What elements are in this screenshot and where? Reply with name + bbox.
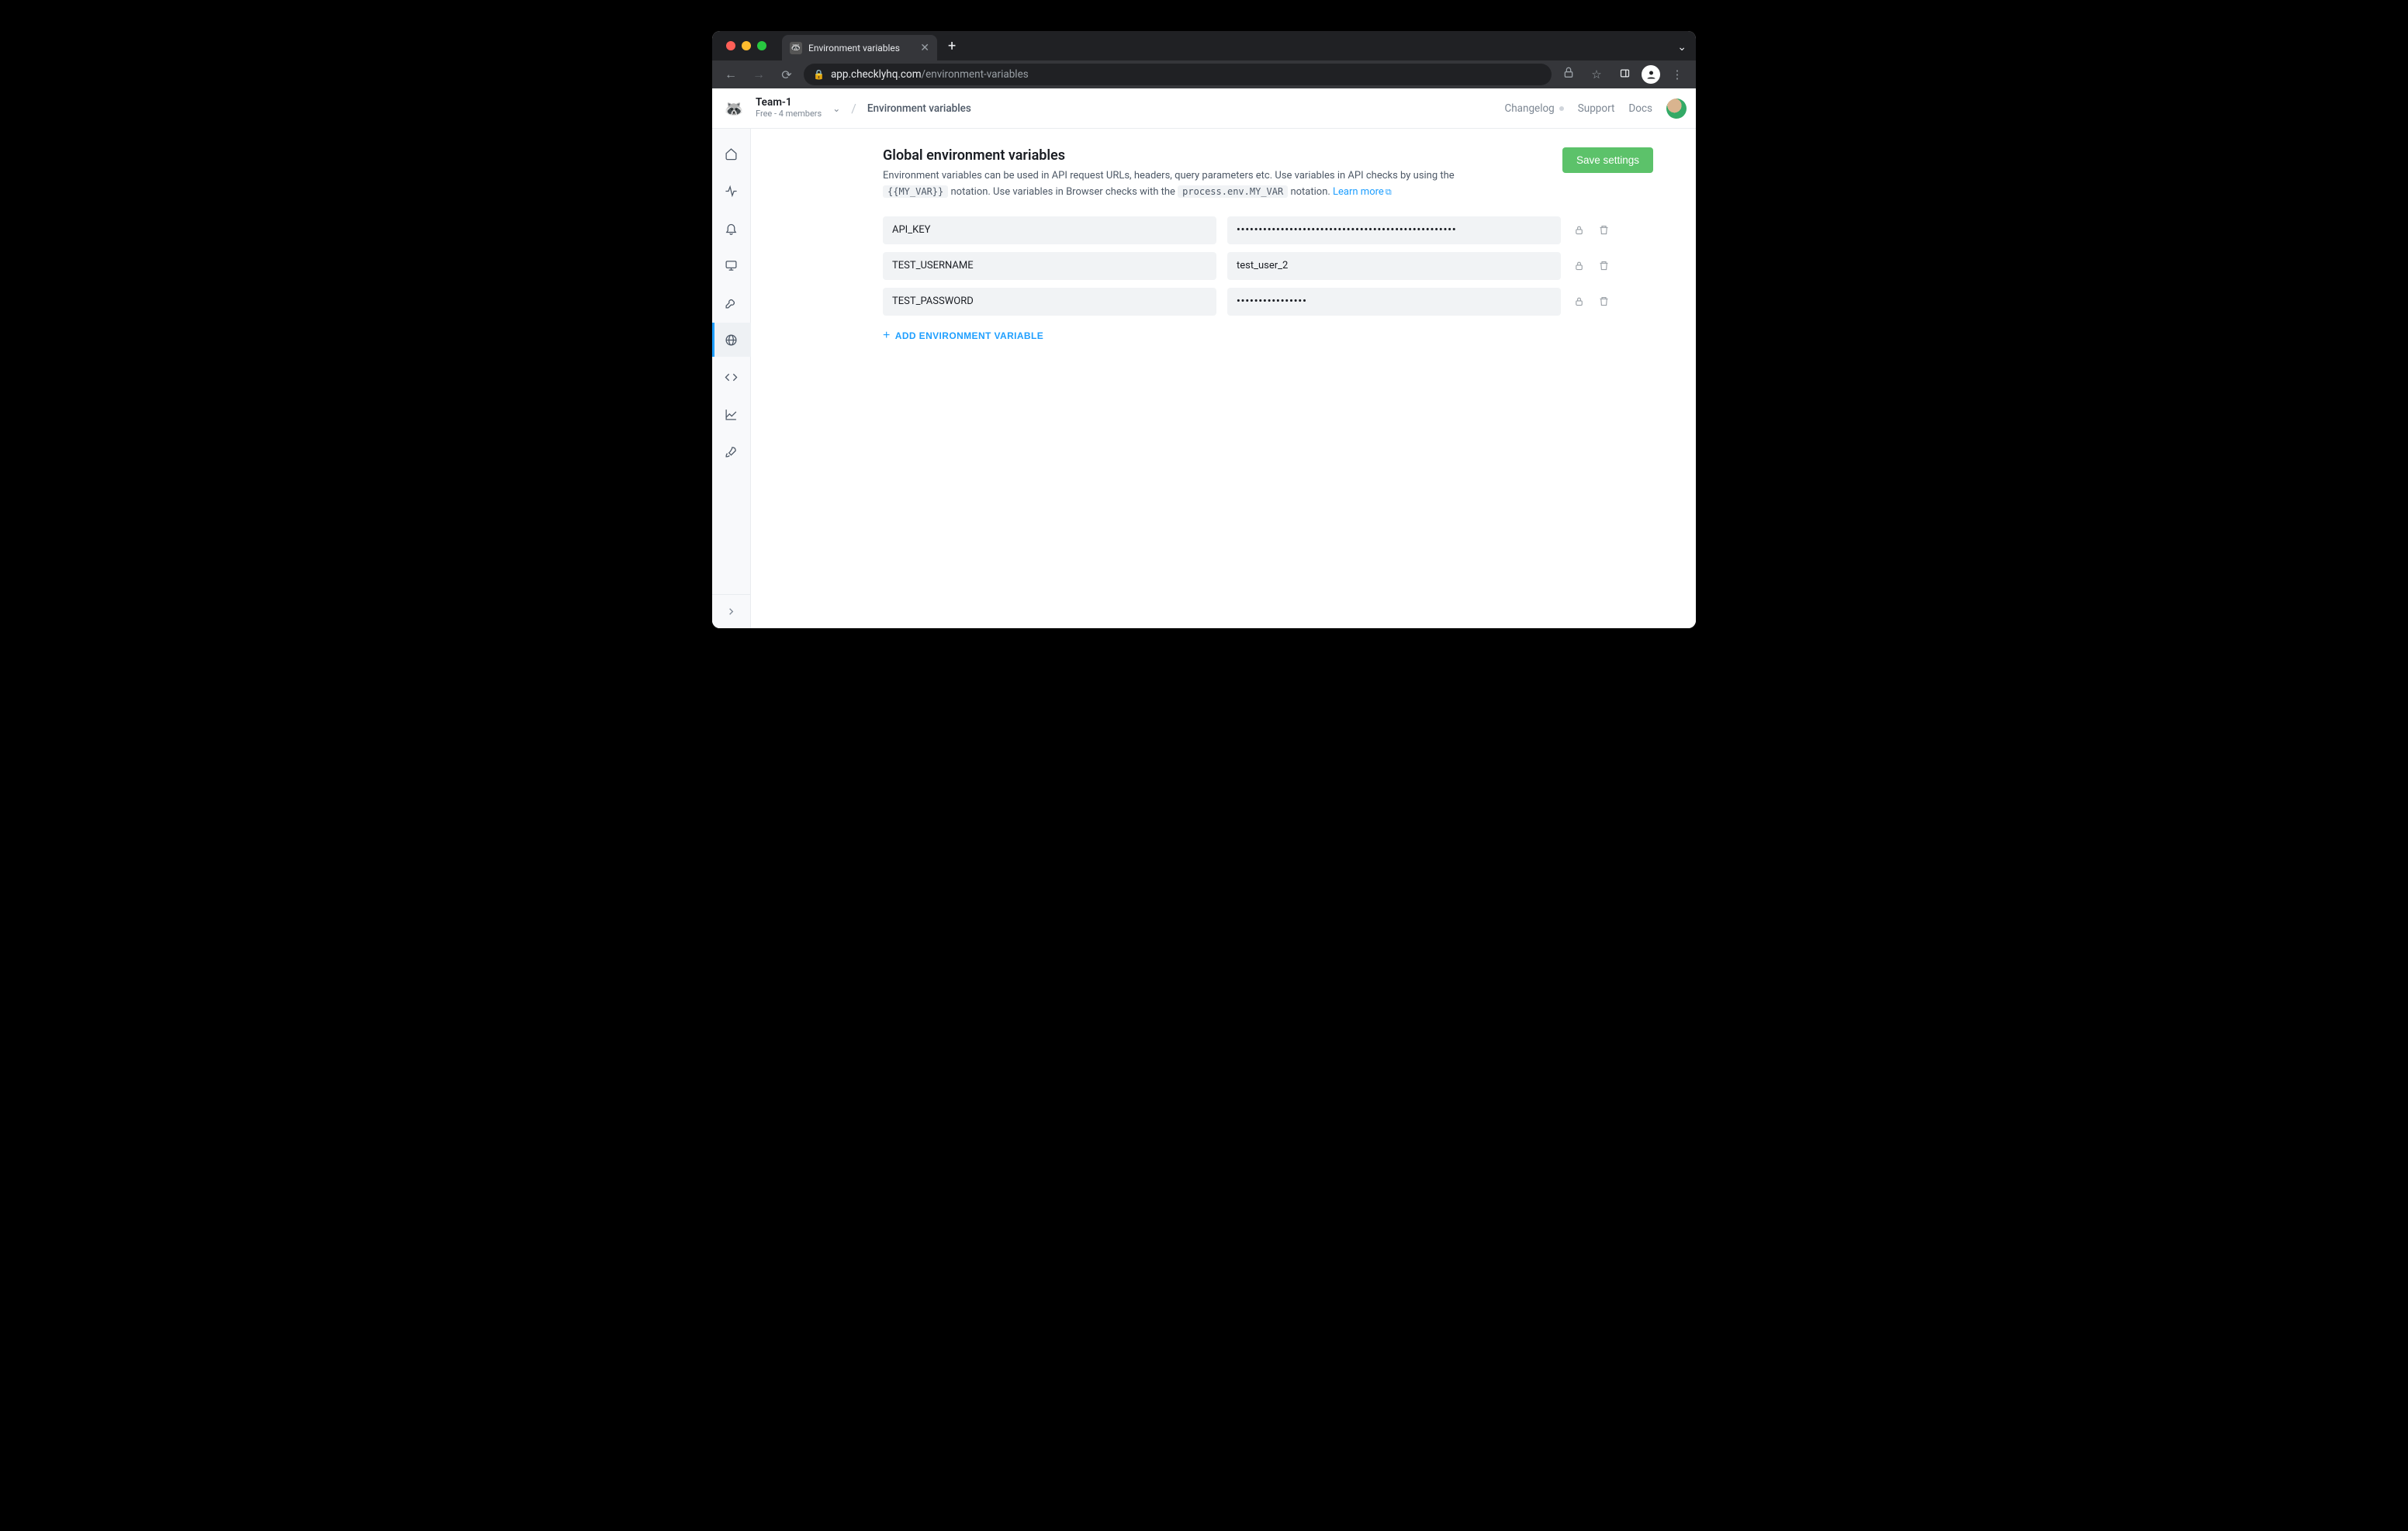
reload-button[interactable]: ⟳ bbox=[776, 67, 797, 82]
code-icon bbox=[725, 371, 738, 384]
app: 🦝 Team-1 Free - 4 members ⌄ / Environmen… bbox=[712, 88, 1696, 628]
variable-key-input[interactable] bbox=[883, 216, 1216, 244]
tab-title: Environment variables bbox=[808, 43, 900, 54]
browser-toolbar: ← → ⟳ 🔒 app.checklyhq.com/environment-va… bbox=[712, 60, 1696, 88]
tab-favicon-icon: 🦝 bbox=[790, 42, 802, 54]
docs-link[interactable]: Docs bbox=[1628, 102, 1652, 115]
pulse-icon bbox=[725, 185, 738, 198]
home-icon bbox=[725, 147, 738, 161]
lock-variable-button[interactable] bbox=[1572, 295, 1586, 307]
page-title: Global environment variables bbox=[883, 147, 1544, 164]
variable-key-input[interactable] bbox=[883, 288, 1216, 316]
trash-icon bbox=[1598, 295, 1610, 307]
back-button[interactable]: ← bbox=[720, 67, 742, 82]
window-close-icon[interactable] bbox=[726, 41, 735, 50]
variable-value-input[interactable] bbox=[1227, 252, 1561, 280]
new-tab-button[interactable]: + bbox=[948, 38, 956, 54]
bell-icon bbox=[725, 222, 738, 235]
window-controls bbox=[726, 41, 766, 50]
variable-row bbox=[883, 216, 1653, 244]
sidebar-item-activity[interactable] bbox=[712, 174, 751, 208]
address-bar[interactable]: 🔒 app.checklyhq.com/environment-variable… bbox=[804, 64, 1552, 85]
support-link[interactable]: Support bbox=[1578, 102, 1615, 115]
chevron-down-icon: ⌄ bbox=[832, 103, 840, 114]
variable-row bbox=[883, 252, 1653, 280]
panel-icon[interactable] bbox=[1614, 67, 1635, 82]
variable-row bbox=[883, 288, 1653, 316]
code-sample-browser: process.env.MY_VAR bbox=[1178, 185, 1288, 198]
lock-variable-button[interactable] bbox=[1572, 224, 1586, 236]
add-variable-button[interactable]: + ADD ENVIRONMENT VARIABLE bbox=[883, 327, 1043, 345]
tab-close-icon[interactable]: ✕ bbox=[920, 42, 929, 54]
variable-value-input[interactable] bbox=[1227, 288, 1561, 316]
sidebar-item-env-vars[interactable] bbox=[712, 323, 751, 357]
globe-icon bbox=[725, 334, 738, 347]
chevron-right-icon bbox=[725, 606, 737, 617]
lock-variable-button[interactable] bbox=[1572, 260, 1586, 271]
sidebar-item-alerts[interactable] bbox=[712, 211, 751, 245]
team-subtitle: Free - 4 members bbox=[756, 109, 822, 119]
delete-variable-button[interactable] bbox=[1597, 224, 1611, 236]
forward-button[interactable]: → bbox=[748, 67, 770, 82]
wrench-icon bbox=[725, 296, 738, 309]
sidebar-item-dashboards[interactable] bbox=[712, 248, 751, 282]
browser-profile-icon[interactable] bbox=[1642, 65, 1660, 84]
page-description: Environment variables can be used in API… bbox=[883, 168, 1480, 201]
sidebar-item-maintenance[interactable] bbox=[712, 285, 751, 320]
variables-list bbox=[883, 216, 1653, 316]
code-sample-api: {{MY_VAR}} bbox=[883, 185, 948, 198]
monitor-icon bbox=[725, 259, 738, 272]
changelog-indicator-icon bbox=[1559, 106, 1564, 111]
user-avatar[interactable] bbox=[1666, 98, 1687, 119]
window-minimize-icon[interactable] bbox=[742, 41, 751, 50]
app-header: 🦝 Team-1 Free - 4 members ⌄ / Environmen… bbox=[712, 88, 1696, 129]
tabs-dropdown-icon[interactable]: ⌄ bbox=[1677, 41, 1687, 54]
external-link-icon: ⧉ bbox=[1386, 187, 1392, 197]
bookmark-icon[interactable]: ☆ bbox=[1586, 67, 1607, 81]
lock-icon bbox=[1573, 224, 1585, 236]
add-variable-label: ADD ENVIRONMENT VARIABLE bbox=[895, 330, 1043, 341]
trash-icon bbox=[1598, 260, 1610, 271]
sidebar-item-code[interactable] bbox=[712, 360, 751, 394]
sidebar-expand-button[interactable] bbox=[712, 594, 750, 628]
sidebar bbox=[712, 129, 751, 628]
main-content: Global environment variables Environment… bbox=[751, 129, 1696, 628]
delete-variable-button[interactable] bbox=[1597, 260, 1611, 271]
app-logo-icon[interactable]: 🦝 bbox=[723, 98, 745, 119]
changelog-link[interactable]: Changelog bbox=[1504, 102, 1563, 115]
browser-tab-strip: 🦝 Environment variables ✕ + ⌄ bbox=[712, 31, 1696, 60]
sidebar-item-home[interactable] bbox=[712, 137, 751, 171]
variable-value-input[interactable] bbox=[1227, 216, 1561, 244]
save-settings-button[interactable]: Save settings bbox=[1562, 147, 1653, 173]
lock-icon: 🔒 bbox=[813, 69, 825, 80]
plus-icon: + bbox=[883, 330, 891, 342]
sidebar-item-reporting[interactable] bbox=[712, 397, 751, 431]
share-icon[interactable] bbox=[1558, 67, 1579, 82]
trash-icon bbox=[1598, 224, 1610, 236]
page-header: Global environment variables Environment… bbox=[883, 147, 1653, 201]
delete-variable-button[interactable] bbox=[1597, 295, 1611, 307]
chart-icon bbox=[725, 408, 738, 421]
browser-menu-icon[interactable]: ⋮ bbox=[1666, 67, 1688, 81]
browser-tab[interactable]: 🦝 Environment variables ✕ bbox=[782, 35, 937, 60]
breadcrumb-current: Environment variables bbox=[867, 102, 971, 115]
team-name: Team-1 bbox=[756, 97, 822, 109]
sidebar-item-launch[interactable] bbox=[712, 434, 751, 468]
url-host: app.checklyhq.com bbox=[831, 68, 922, 81]
app-body: Global environment variables Environment… bbox=[712, 129, 1696, 628]
lock-icon bbox=[1573, 260, 1585, 271]
learn-more-link[interactable]: Learn more⧉ bbox=[1333, 186, 1392, 198]
team-switcher[interactable]: Team-1 Free - 4 members ⌄ bbox=[756, 97, 840, 119]
rocket-icon bbox=[725, 445, 738, 458]
variable-key-input[interactable] bbox=[883, 252, 1216, 280]
lock-icon bbox=[1573, 295, 1585, 307]
window-zoom-icon[interactable] bbox=[757, 41, 766, 50]
browser-window: 🦝 Environment variables ✕ + ⌄ ← → ⟳ 🔒 ap… bbox=[712, 31, 1696, 628]
url-path: /environment-variables bbox=[922, 68, 1029, 81]
breadcrumb-separator: / bbox=[851, 101, 856, 116]
